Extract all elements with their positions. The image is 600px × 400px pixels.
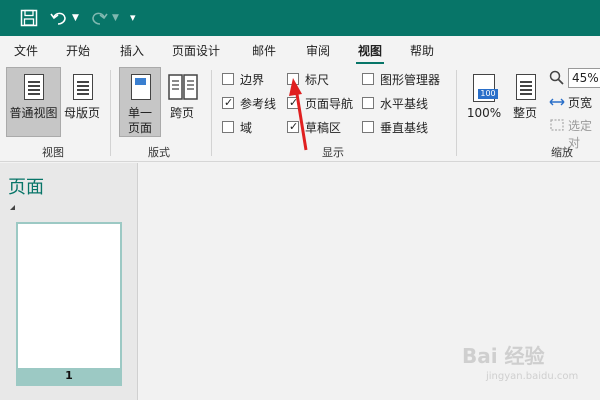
page-100-badge: 100 [478,89,498,99]
chevron-down-icon[interactable]: ▼ [72,8,79,28]
two-page-spread-button[interactable]: 跨页 [162,67,202,137]
redo-icon[interactable] [90,9,108,27]
checkbox-box[interactable] [362,121,374,133]
whole-page-icon [516,74,536,100]
zoom-level-input[interactable]: 45% [568,68,600,88]
two-page-label: 跨页 [169,106,194,120]
check-icon: ✓ [224,96,234,109]
normal-view-button[interactable]: 普通视图 [6,67,61,137]
watermark-logo: Bai 经验 [462,344,545,368]
vertical-baselines-label: 垂直基线 [380,121,429,135]
customize-icon[interactable]: ▾ [130,8,136,28]
tab-insert[interactable]: 插入 [120,42,144,59]
scratch-area-label: 草稿区 [305,121,342,135]
master-page-label: 母版页 [63,106,100,120]
rulers-label: 标尺 [305,73,330,87]
checkbox-box[interactable]: ✓ [287,96,299,109]
ribbon: 普通视图 母版页 视图 单一 页面 跨页 版式 边界 ✓ 参考线 域 标尺 ✓ … [0,64,600,162]
tab-home[interactable]: 开始 [66,42,90,59]
checkbox-box[interactable] [362,73,374,85]
page-navigation-label: 页面导航 [305,97,354,111]
boundaries-label: 边界 [240,73,265,87]
single-page-icon [131,74,151,100]
divider [456,70,457,156]
tab-mailings[interactable]: 邮件 [252,42,276,59]
checkbox-box[interactable]: ✓ [222,96,234,109]
graphics-manager-label: 图形管理器 [380,73,441,87]
checkbox-box[interactable] [287,73,299,85]
watermark-url: jingyan.baidu.com [486,371,579,382]
view-group-label: 视图 [42,146,64,159]
quick-access-toolbar: ▼ ▼ ▾ [0,0,600,36]
check-icon: ✓ [289,96,299,109]
single-page-button[interactable]: 单一 页面 [119,67,161,137]
tab-help[interactable]: 帮助 [410,42,434,59]
pane-title: 页面 [8,177,44,198]
layout-group-label: 版式 [148,146,170,159]
divider [110,70,111,156]
master-page-icon [73,74,93,100]
undo-icon[interactable] [50,9,68,27]
page-number: 1 [18,368,120,384]
two-page-icon [168,74,198,100]
zoom-group-label: 缩放 [551,146,573,159]
normal-view-label: 普通视图 [9,106,58,120]
divider [211,70,212,156]
whole-page-button[interactable]: 整页 [507,67,543,137]
document-icon [24,74,44,100]
master-page-button[interactable]: 母版页 [62,67,102,137]
single-page-label-line1: 单一 [127,106,152,120]
tab-page-design[interactable]: 页面设计 [172,42,220,59]
page-thumbnail[interactable]: 1 [16,222,122,386]
tab-review[interactable]: 审阅 [306,42,330,59]
checkbox-box[interactable] [362,97,374,109]
page-100-icon: 100 [473,74,498,102]
chevron-down-icon[interactable]: ▼ [112,8,119,28]
checkbox-box[interactable]: ✓ [287,120,299,133]
checkbox-box[interactable] [222,121,234,133]
page-width-label[interactable]: 页宽 [568,94,592,111]
zoom-100-label: 100% [466,106,502,120]
ribbon-tabs: 文件 开始 插入 页面设计 邮件 审阅 视图 帮助 [0,36,600,65]
horizontal-baselines-label: 水平基线 [380,97,429,111]
magnifier-icon[interactable] [549,70,565,86]
tab-file[interactable]: 文件 [14,42,38,59]
page-width-icon[interactable] [549,95,565,109]
fields-label: 域 [240,121,253,135]
guides-label: 参考线 [240,97,277,111]
check-icon: ✓ [289,120,299,133]
whole-page-label: 整页 [512,106,537,120]
zoom-selected-icon [550,119,564,131]
checkbox-box[interactable] [222,73,234,85]
zoom-100-button[interactable]: 100 100% [462,67,506,137]
tab-view[interactable]: 视图 [355,42,385,65]
save-icon[interactable] [20,9,38,27]
collapse-triangle-icon[interactable] [10,205,15,210]
single-page-label-line2: 页面 [127,121,152,135]
show-group-label: 显示 [322,146,344,159]
